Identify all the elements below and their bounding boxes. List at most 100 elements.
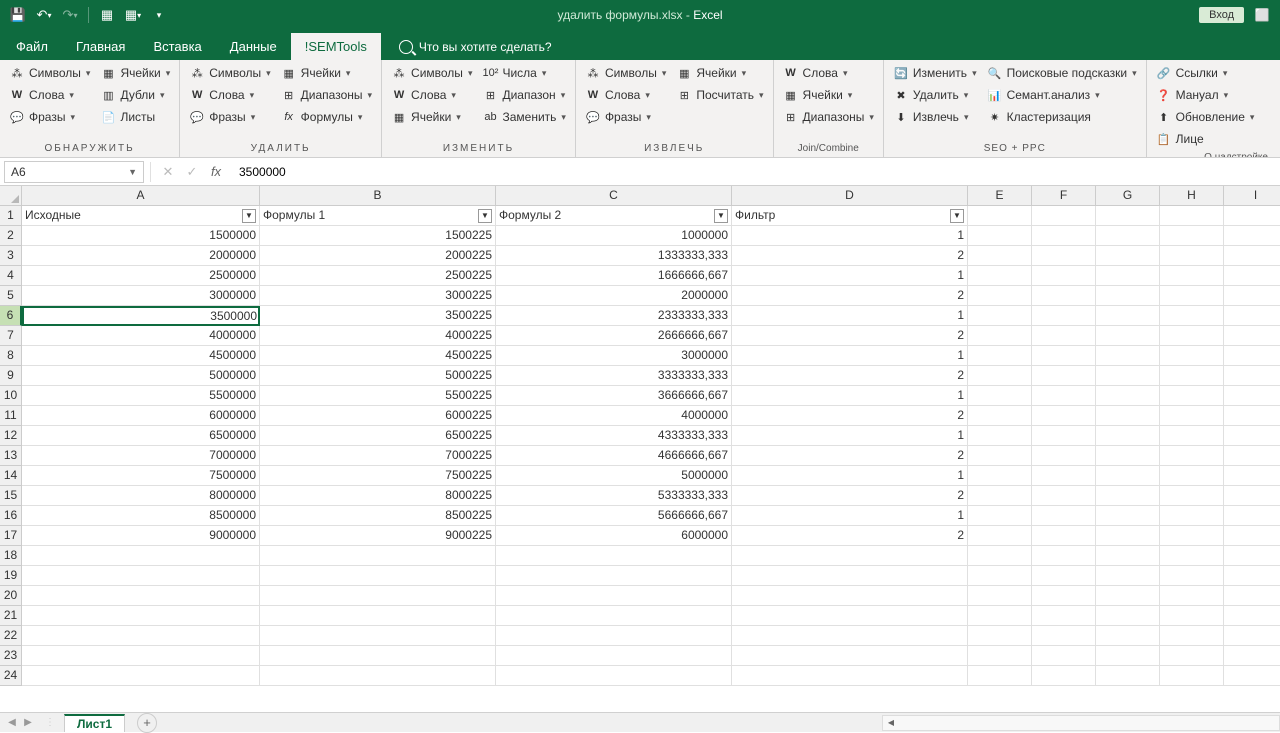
cell[interactable] (1096, 606, 1160, 626)
cell[interactable] (968, 626, 1032, 646)
cell[interactable] (1032, 526, 1096, 546)
cell[interactable] (1224, 346, 1280, 366)
cell[interactable]: 4666666,667 (496, 446, 732, 466)
btn-change[interactable]: 🔄Изменить▾ (889, 63, 981, 83)
cell[interactable] (22, 646, 260, 666)
cell[interactable]: 8500000 (22, 506, 260, 526)
column-header-A[interactable]: A (22, 186, 260, 206)
cell[interactable] (1096, 346, 1160, 366)
cell[interactable]: 2 (732, 446, 968, 466)
cell[interactable] (260, 546, 496, 566)
cell[interactable] (1032, 206, 1096, 226)
filter-dropdown-icon[interactable]: ▼ (714, 209, 728, 223)
btn-words3[interactable]: WСлова▾ (387, 85, 476, 105)
cell[interactable] (1160, 646, 1224, 666)
cell[interactable] (1096, 366, 1160, 386)
cell[interactable] (260, 666, 496, 686)
sheet-nav-next[interactable]: ▶ (20, 715, 36, 731)
btn-replace[interactable]: abЗаменить▾ (478, 107, 569, 127)
cell[interactable]: 5000000 (496, 466, 732, 486)
cell[interactable] (1032, 346, 1096, 366)
cell[interactable] (1224, 646, 1280, 666)
cell[interactable] (732, 606, 968, 626)
cell[interactable] (968, 286, 1032, 306)
cell[interactable] (1032, 406, 1096, 426)
save-button[interactable]: 💾 (6, 3, 30, 27)
cell[interactable] (1096, 446, 1160, 466)
row-header[interactable]: 17 (0, 526, 22, 546)
sheet-tab-active[interactable]: Лист1 (64, 714, 125, 732)
cell[interactable] (968, 526, 1032, 546)
cell[interactable]: 2 (732, 366, 968, 386)
cell[interactable]: 2 (732, 486, 968, 506)
cell[interactable] (1160, 626, 1224, 646)
cell[interactable]: 4333333,333 (496, 426, 732, 446)
cell[interactable]: 1666666,667 (496, 266, 732, 286)
cell[interactable] (496, 566, 732, 586)
redo-button[interactable]: ↷▾ (58, 3, 82, 27)
cell[interactable]: 1 (732, 226, 968, 246)
cell[interactable]: 1 (732, 466, 968, 486)
column-header-H[interactable]: H (1160, 186, 1224, 206)
cell[interactable] (968, 226, 1032, 246)
cell[interactable]: 3000000 (496, 346, 732, 366)
row-header[interactable]: 3 (0, 246, 22, 266)
cell[interactable] (22, 626, 260, 646)
undo-button[interactable]: ↶▾ (32, 3, 56, 27)
cell[interactable] (732, 566, 968, 586)
cell[interactable]: 1 (732, 266, 968, 286)
cell[interactable] (968, 346, 1032, 366)
ribbon-display-options[interactable]: ⬜ (1250, 3, 1274, 27)
btn-symbols[interactable]: ⁂Символы▾ (5, 63, 94, 83)
cell[interactable] (968, 306, 1032, 326)
cell[interactable]: 3666666,667 (496, 386, 732, 406)
cell[interactable] (968, 586, 1032, 606)
tab-file[interactable]: Файл (2, 33, 62, 60)
cell[interactable]: 5000000 (22, 366, 260, 386)
cell[interactable]: 6000000 (22, 406, 260, 426)
cell[interactable]: 2 (732, 326, 968, 346)
cell[interactable] (968, 266, 1032, 286)
cell[interactable]: 5500225 (260, 386, 496, 406)
cell[interactable] (1160, 346, 1224, 366)
cell[interactable]: 3000225 (260, 286, 496, 306)
cell[interactable] (1096, 286, 1160, 306)
cell[interactable] (496, 586, 732, 606)
cell[interactable] (22, 666, 260, 686)
row-header[interactable]: 24 (0, 666, 22, 686)
tab-data[interactable]: Данные (216, 33, 291, 60)
tab-home[interactable]: Главная (62, 33, 139, 60)
btn-cells2[interactable]: ▦Ячейки▾ (277, 63, 376, 83)
cell[interactable]: 1333333,333 (496, 246, 732, 266)
cell[interactable]: 3000000 (22, 286, 260, 306)
btn-dubli[interactable]: ▥Дубли▾ (96, 85, 174, 105)
btn-links[interactable]: 🔗Ссылки▾ (1152, 63, 1259, 83)
cell[interactable] (968, 446, 1032, 466)
cell[interactable] (260, 566, 496, 586)
cell[interactable] (1096, 506, 1160, 526)
btn-ranges[interactable]: ⊞Диапазоны▾ (277, 85, 376, 105)
tell-me-search[interactable]: Что вы хотите сделать? (389, 34, 562, 60)
btn-cells5[interactable]: ▦Ячейки▾ (779, 85, 878, 105)
btn-cells4[interactable]: ▦Ячейки▾ (672, 63, 767, 83)
cell[interactable] (968, 606, 1032, 626)
cell[interactable] (732, 546, 968, 566)
cell[interactable] (1096, 566, 1160, 586)
row-header[interactable]: 19 (0, 566, 22, 586)
row-header[interactable]: 4 (0, 266, 22, 286)
btn-delete[interactable]: ✖Удалить▾ (889, 85, 981, 105)
filter-dropdown-icon[interactable]: ▼ (950, 209, 964, 223)
column-header-C[interactable]: C (496, 186, 732, 206)
cell[interactable] (1032, 266, 1096, 286)
cell[interactable] (1032, 386, 1096, 406)
cell[interactable] (968, 666, 1032, 686)
btn-sheets[interactable]: 📄Листы (96, 107, 174, 127)
row-header[interactable]: 13 (0, 446, 22, 466)
cell[interactable]: 2 (732, 406, 968, 426)
btn-count[interactable]: ⊞Посчитать▾ (672, 85, 767, 105)
row-header[interactable]: 14 (0, 466, 22, 486)
cell[interactable]: Формулы 2▼ (496, 206, 732, 226)
row-header[interactable]: 2 (0, 226, 22, 246)
add-sheet-button[interactable]: + (137, 713, 157, 733)
cell[interactable]: 7500225 (260, 466, 496, 486)
